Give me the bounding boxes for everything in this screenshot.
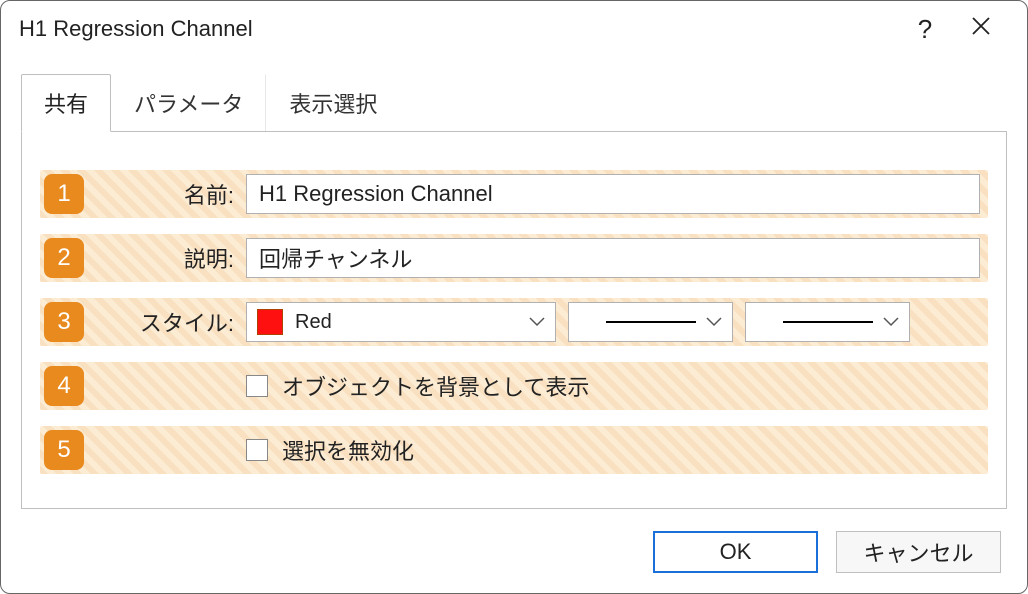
description-input[interactable]: 回帰チャンネル [246,238,980,278]
disable-selection-label: 選択を無効化 [282,434,414,466]
close-icon [971,16,991,42]
style-group: Red [246,302,980,342]
tabs-container: 共有 パラメータ 表示選択 1 名前: H1 Regression Channe… [21,73,1007,509]
tab-label: 表示選択 [289,92,377,117]
tab-bar: 共有 パラメータ 表示選択 [21,73,1007,131]
tab-panel: 1 名前: H1 Regression Channel 2 説明: 回帰チャンネ… [21,131,1007,509]
cancel-button[interactable]: キャンセル [836,531,1001,573]
chevron-down-icon [529,317,545,327]
line-width-dropdown[interactable] [745,302,910,342]
line-style-sample [606,321,696,323]
tab-label: パラメータ [134,92,243,117]
ok-button-label: OK [720,539,752,565]
disable-selection-checkbox[interactable] [246,439,268,461]
color-dropdown[interactable]: Red [246,302,556,342]
checkbox-row: 選択を無効化 [246,434,414,466]
draw-as-background-checkbox[interactable] [246,375,268,397]
close-button[interactable] [953,1,1009,57]
callout-badge-3: 3 [44,302,84,342]
description-input-value: 回帰チャンネル [259,242,412,274]
color-dropdown-value: Red [295,311,332,334]
draw-as-background-label: オブジェクトを背景として表示 [282,370,589,402]
chevron-down-icon [706,317,722,327]
dialog-window: H1 Regression Channel ? 共有 パラメータ 表示選択 1 … [0,0,1028,594]
tab-display[interactable]: 表示選択 [266,74,399,132]
titlebar: H1 Regression Channel ? [1,1,1027,57]
name-input[interactable]: H1 Regression Channel [246,174,980,214]
row-name: 1 名前: H1 Regression Channel [40,170,988,218]
callout-badge-1: 1 [44,174,84,214]
window-title: H1 Regression Channel [19,16,897,42]
checkbox-row: オブジェクトを背景として表示 [246,370,589,402]
callout-badge-5: 5 [44,430,84,470]
dialog-footer: OK キャンセル [653,531,1001,573]
tab-common[interactable]: 共有 [21,74,111,132]
label-style: スタイル: [130,306,240,338]
label-description: 説明: [130,242,240,274]
ok-button[interactable]: OK [653,531,818,573]
line-width-sample [783,321,873,323]
label-name: 名前: [130,178,240,210]
color-swatch [257,309,283,335]
callout-badge-4: 4 [44,366,84,406]
tab-label: 共有 [44,92,88,117]
row-draw-as-background: 4 オブジェクトを背景として表示 [40,362,988,410]
row-description: 2 説明: 回帰チャンネル [40,234,988,282]
row-style: 3 スタイル: Red [40,298,988,346]
callout-badge-2: 2 [44,238,84,278]
cancel-button-label: キャンセル [863,536,973,568]
line-style-dropdown[interactable] [568,302,733,342]
row-disable-selection: 5 選択を無効化 [40,426,988,474]
name-input-value: H1 Regression Channel [259,181,493,207]
tab-parameters[interactable]: パラメータ [111,74,266,132]
help-button[interactable]: ? [897,1,953,57]
chevron-down-icon [883,317,899,327]
